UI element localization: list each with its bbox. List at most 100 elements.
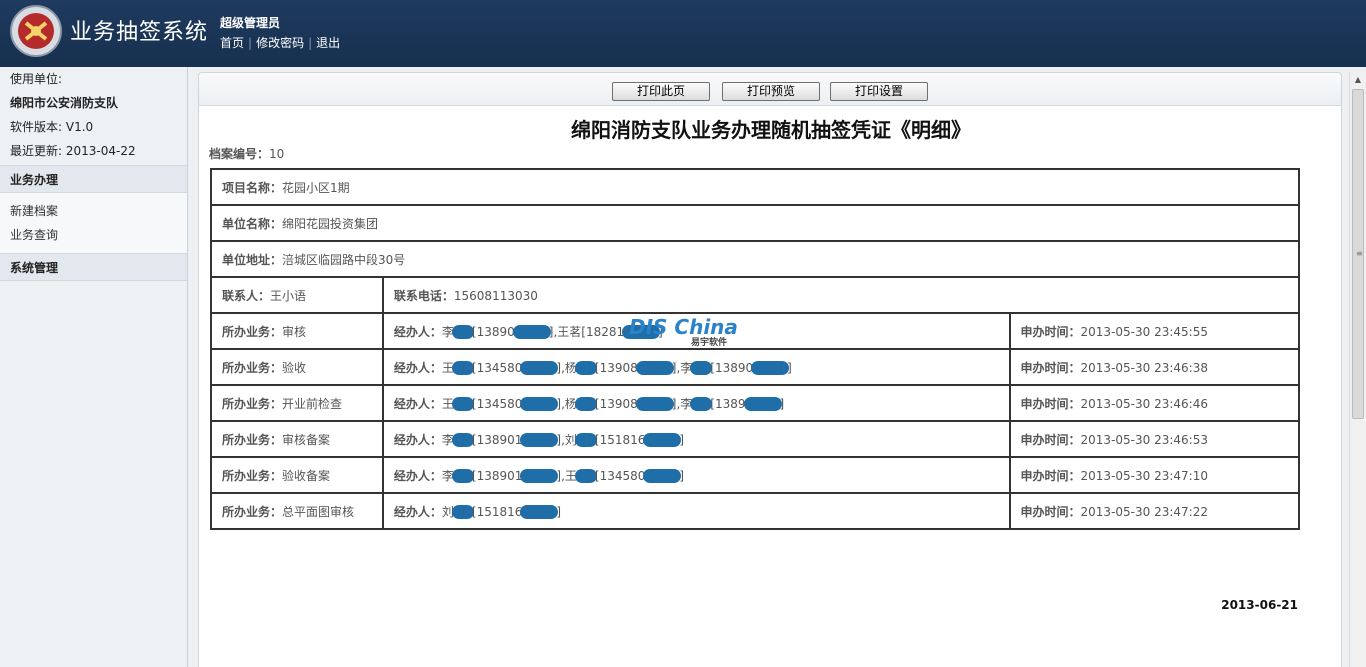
handler-label: 经办人：: [393, 504, 442, 519]
time-cell: 申办时间：2013-05-30 23:46:38: [1008, 348, 1301, 386]
redaction-mark: [451, 469, 474, 483]
business-label: 所办业务：: [222, 324, 283, 339]
redaction-mark: [520, 361, 559, 375]
redaction-mark: [451, 325, 474, 339]
scroll-up-arrow-icon[interactable]: ▲: [1350, 72, 1366, 88]
home-link[interactable]: 首页: [220, 36, 244, 50]
contact-value: 王小语: [270, 288, 307, 303]
handler-label: 经办人：: [393, 396, 442, 411]
time-cell: 申办时间：2013-05-30 23:46:53: [1008, 420, 1301, 458]
business-label: 所办业务：: [222, 468, 283, 483]
watermark-logo: DIS China 易宇软件: [629, 315, 738, 348]
handler-cell: 经办人：刘 [151816]: [381, 492, 1011, 530]
app-header: 业务抽签系统 超级管理员 首页 | 修改密码 | 退出: [0, 0, 1366, 67]
menu-new-archive[interactable]: 新建档案: [0, 199, 187, 223]
link-divider: |: [248, 36, 253, 50]
document-title: 绵阳消防支队业务办理随机抽签凭证《明细》: [571, 118, 971, 142]
redaction-mark: [451, 397, 474, 411]
redaction-mark: [574, 469, 597, 483]
redaction-mark: [451, 433, 474, 447]
time-value: 2013-05-30 23:46:38: [1080, 360, 1208, 375]
print-preview-button[interactable]: 打印预览: [722, 82, 820, 101]
time-label: 申办时间：: [1020, 360, 1081, 375]
link-divider: |: [308, 36, 313, 50]
redaction-mark: [520, 397, 559, 411]
main-content: 打印此页 打印预览 打印设置 绵阳消防支队业务办理随机抽签凭证《明细》 档案编号…: [198, 72, 1342, 667]
redaction-mark: [520, 505, 559, 519]
time-label: 申办时间：: [1020, 468, 1081, 483]
section-system[interactable]: 系统管理: [0, 253, 187, 281]
business-cell: 所办业务：总平面图审核: [210, 492, 384, 530]
business-cell: 所办业务：审核: [210, 312, 384, 350]
archive-number: 档案编号：10: [209, 145, 284, 162]
redaction-mark: [751, 361, 790, 375]
business-value: 审核: [282, 324, 307, 339]
table-row: 所办业务：审核 经办人：李 [13890],王茗[18281] 申办时间：2013…: [210, 312, 1301, 350]
print-page-button[interactable]: 打印此页: [612, 82, 710, 101]
time-value: 2013-05-30 23:46:53: [1080, 432, 1208, 447]
logout-link[interactable]: 退出: [316, 36, 340, 50]
project-value: 花园小区1期: [282, 180, 350, 195]
address-cell: 单位地址：涪城区临园路中段30号: [210, 240, 1300, 278]
section-business[interactable]: 业务办理: [0, 165, 187, 193]
table-row: 单位地址：涪城区临园路中段30号: [210, 240, 1300, 278]
phone-cell: 联系电话：15608113030: [381, 276, 1301, 314]
handler-cell: 经办人：王 [134580],杨 [13908],李 [13890]: [381, 348, 1011, 386]
time-value: 2013-05-30 23:46:46: [1080, 396, 1208, 411]
table-row: 所办业务：总平面图审核 经办人：刘 [151816] 申办时间：2013-05-3…: [210, 492, 1301, 530]
time-label: 申办时间：: [1020, 432, 1081, 447]
redaction-mark: [643, 433, 682, 447]
redaction-mark: [520, 469, 559, 483]
business-label: 所办业务：: [222, 504, 283, 519]
time-label: 申办时间：: [1020, 324, 1081, 339]
handler-label: 经办人：: [393, 468, 442, 483]
handler-cell: 经办人：李 [138901],王 [134580]: [381, 456, 1011, 494]
handler-label: 经办人：: [393, 324, 442, 339]
unit-cell: 单位名称：绵阳花园投资集团: [210, 204, 1300, 242]
address-label: 单位地址：: [222, 252, 283, 267]
scroll-thumb[interactable]: ≡: [1352, 89, 1364, 419]
print-setup-button[interactable]: 打印设置: [830, 82, 928, 101]
time-label: 申办时间：: [1020, 504, 1081, 519]
business-label: 所办业务：: [222, 396, 283, 411]
time-value: 2013-05-30 23:47:22: [1080, 504, 1208, 519]
document-date: 2013-06-21: [1221, 598, 1298, 612]
contact-label: 联系人：: [222, 288, 271, 303]
app-title: 业务抽签系统: [70, 20, 209, 45]
time-label: 申办时间：: [1020, 396, 1081, 411]
grip-icon: ≡: [1356, 249, 1363, 258]
detail-table: 项目名称：花园小区1期 单位名称：绵阳花园投资集团 单位地址：涪城区临园路中段3…: [210, 168, 1301, 530]
table-row: 所办业务：验收 经办人：王 [134580],杨 [13908],李 [13890] …: [210, 348, 1301, 386]
archive-value: 10: [269, 147, 285, 161]
handler-cell: 经办人：李 [138901],刘 [151816]: [381, 420, 1011, 458]
business-cell: 所办业务：验收: [210, 348, 384, 386]
phone-label: 联系电话：: [393, 288, 454, 303]
change-password-link[interactable]: 修改密码: [256, 36, 304, 50]
redaction-mark: [574, 361, 597, 375]
redaction-mark: [520, 433, 559, 447]
address-value: 涪城区临园路中段30号: [282, 252, 406, 267]
redaction-mark: [574, 433, 597, 447]
unit-value: 绵阳花园投资集团: [282, 216, 379, 231]
time-cell: 申办时间：2013-05-30 23:47:10: [1008, 456, 1301, 494]
table-row: 联系人：王小语 联系电话：15608113030: [210, 276, 1301, 314]
project-label: 项目名称：: [222, 180, 283, 195]
vertical-scrollbar[interactable]: ▲ ≡: [1349, 72, 1366, 667]
business-cell: 所办业务：开业前检查: [210, 384, 384, 422]
business-menu: 新建档案 业务查询: [0, 193, 187, 253]
business-value: 验收备案: [282, 468, 331, 483]
table-row: 单位名称：绵阳花园投资集团: [210, 204, 1300, 242]
user-role: 超级管理员: [220, 16, 281, 30]
menu-business-query[interactable]: 业务查询: [0, 223, 187, 247]
business-value: 开业前检查: [282, 396, 343, 411]
unit-name: 绵阳市公安消防支队: [10, 96, 119, 110]
table-row: 所办业务：开业前检查 经办人：王 [134580],杨 [13908],李 [1389…: [210, 384, 1301, 422]
business-value: 验收: [282, 360, 307, 375]
contact-cell: 联系人：王小语: [210, 276, 384, 314]
phone-value: 15608113030: [453, 288, 538, 303]
redaction-mark: [635, 361, 674, 375]
business-value: 总平面图审核: [282, 504, 355, 519]
time-value: 2013-05-30 23:45:55: [1080, 324, 1208, 339]
redaction-mark: [690, 361, 713, 375]
business-cell: 所办业务：审核备案: [210, 420, 384, 458]
